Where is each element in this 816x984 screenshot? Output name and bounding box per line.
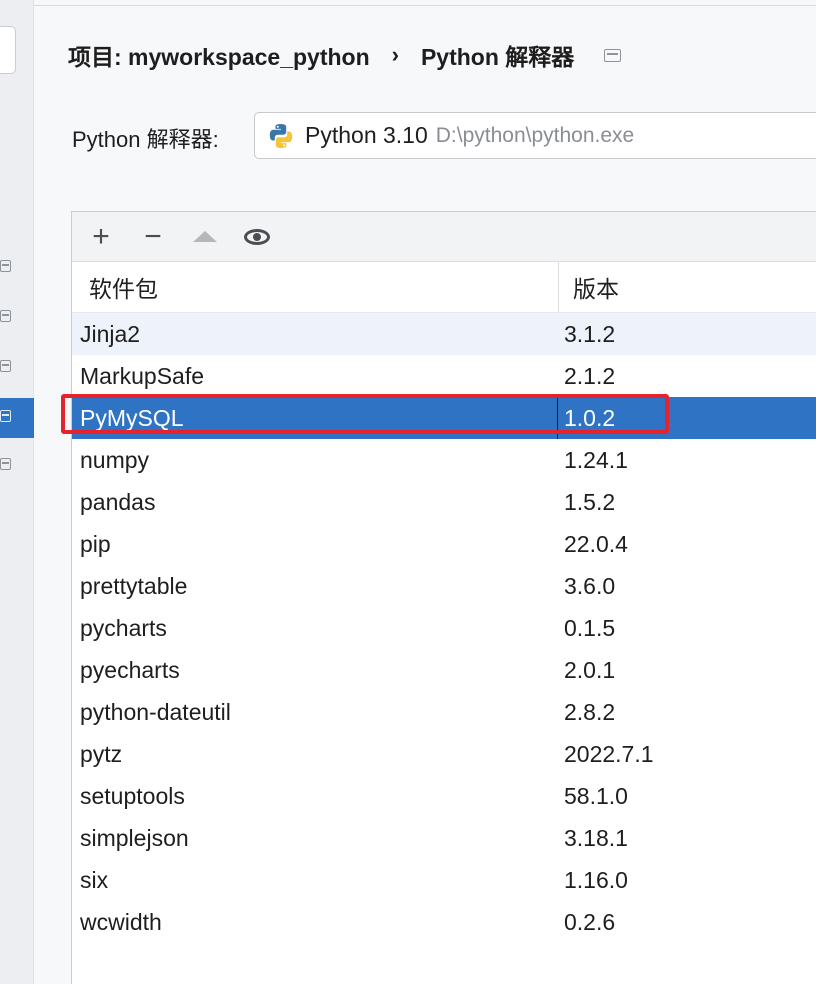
table-row[interactable]: prettytable 3.6.0 [72, 565, 816, 607]
packages-toolbar: + − [72, 212, 816, 262]
package-version: 2.0.1 [564, 656, 616, 683]
settings-search-field[interactable] [0, 26, 16, 74]
table-row[interactable]: pytz 2022.7.1 [72, 733, 816, 775]
table-row[interactable]: pip 22.0.4 [72, 523, 816, 565]
package-version: 0.1.5 [564, 614, 616, 641]
package-version: 58.1.0 [564, 782, 628, 809]
window-icon [0, 360, 11, 372]
table-row[interactable]: numpy 1.24.1 [72, 439, 816, 481]
eye-icon [244, 228, 270, 245]
triangle-up-icon [193, 231, 217, 242]
interpreter-path: D:\python\python.exe [435, 123, 635, 147]
column-header-package[interactable]: 软件包 [72, 262, 558, 312]
package-version: 1.24.1 [564, 446, 628, 473]
package-version: 2.8.2 [564, 698, 616, 725]
package-name: python-dateutil [80, 698, 231, 725]
table-row[interactable]: Jinja2 3.1.2 [72, 313, 816, 355]
package-version: 1.16.0 [564, 866, 628, 893]
window-icon [604, 48, 622, 62]
table-row[interactable]: six 1.16.0 [72, 859, 816, 901]
package-version: 3.1.2 [564, 320, 616, 347]
upgrade-package-button[interactable] [190, 222, 220, 252]
interpreter-name: Python 3.10 [305, 122, 428, 148]
python-logo-icon [269, 123, 293, 148]
minus-icon: − [144, 219, 162, 253]
show-early-releases-button[interactable] [242, 222, 272, 252]
package-name: pycharts [80, 614, 167, 641]
sidebar-item[interactable] [0, 348, 34, 388]
table-row[interactable]: pyecharts 2.0.1 [72, 649, 816, 691]
package-version: 3.18.1 [564, 824, 628, 851]
window-icon [0, 260, 11, 272]
packages-table-body: Jinja2 3.1.2 MarkupSafe 2.1.2 PyMySQL 1.0.2 nu… [72, 313, 816, 943]
package-name: pytz [80, 740, 123, 767]
table-row[interactable]: setuptools 58.1.0 [72, 775, 816, 817]
package-name: MarkupSafe [80, 362, 205, 389]
breadcrumb: 项目: myworkspace_python › Python 解释器 [68, 38, 622, 72]
package-name: six [80, 866, 109, 893]
package-version: 22.0.4 [564, 530, 628, 557]
table-row[interactable]: pandas 1.5.2 [72, 481, 816, 523]
table-header: 软件包 版本 [72, 262, 816, 313]
package-name: wcwidth [80, 908, 162, 935]
package-name: setuptools [80, 782, 185, 809]
package-version: 2022.7.1 [564, 740, 654, 767]
package-version: 3.6.0 [564, 572, 616, 599]
package-name: pandas [80, 488, 156, 515]
window-icon [0, 410, 11, 422]
package-version: 1.5.2 [564, 488, 616, 515]
table-row[interactable]: python-dateutil 2.8.2 [72, 691, 816, 733]
settings-sidebar [0, 0, 34, 984]
sidebar-item-selected[interactable] [0, 398, 34, 438]
table-row[interactable]: MarkupSafe 2.1.2 [72, 355, 816, 397]
remove-package-button[interactable]: − [138, 219, 168, 253]
column-header-version[interactable]: 版本 [558, 262, 816, 312]
window-icon [0, 458, 11, 470]
plus-icon: + [92, 219, 110, 253]
breadcrumb-page: Python 解释器 [420, 44, 575, 70]
add-package-button[interactable]: + [86, 219, 116, 253]
package-version: 0.2.6 [564, 908, 616, 935]
package-name: PyMySQL [72, 397, 558, 439]
package-name: numpy [80, 446, 150, 473]
package-name: simplejson [80, 824, 189, 851]
top-divider [34, 0, 816, 6]
interpreter-label: Python 解释器: [72, 127, 219, 152]
package-name: pyecharts [80, 656, 180, 683]
packages-panel: + − 软件包 版本 Jinja2 3.1.2 MarkupSafe 2.1.2 PyM… [71, 211, 816, 984]
breadcrumb-project[interactable]: 项目: myworkspace_python [68, 38, 370, 72]
sidebar-item[interactable] [0, 446, 34, 486]
breadcrumb-separator: › [391, 42, 399, 67]
package-version: 2.1.2 [564, 362, 616, 389]
interpreter-dropdown[interactable]: Python 3.10 D:\python\python.exe [254, 112, 816, 159]
table-row[interactable]: wcwidth 0.2.6 [72, 901, 816, 943]
window-icon [0, 310, 11, 322]
package-name: pip [80, 530, 111, 557]
table-row[interactable]: simplejson 3.18.1 [72, 817, 816, 859]
package-name: prettytable [80, 572, 188, 599]
table-row[interactable]: pycharts 0.1.5 [72, 607, 816, 649]
package-name: Jinja2 [80, 320, 141, 347]
sidebar-item[interactable] [0, 298, 34, 338]
table-row-selected[interactable]: PyMySQL 1.0.2 [72, 397, 816, 439]
package-version: 1.0.2 [564, 404, 616, 431]
sidebar-item[interactable] [0, 248, 34, 288]
